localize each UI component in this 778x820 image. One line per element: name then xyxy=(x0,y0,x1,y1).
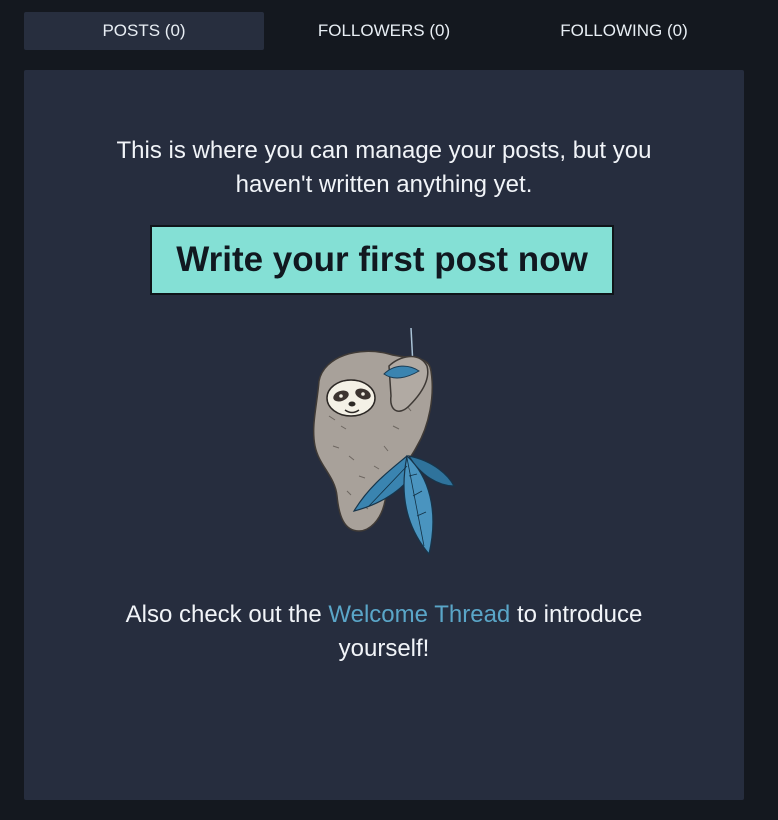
profile-tabs: POSTS (0) FOLLOWERS (0) FOLLOWING (0) xyxy=(24,12,744,50)
welcome-prompt: Also check out the Welcome Thread to int… xyxy=(84,598,684,666)
sloth-nose xyxy=(348,401,356,407)
tab-posts[interactable]: POSTS (0) xyxy=(24,12,264,50)
tab-following[interactable]: FOLLOWING (0) xyxy=(504,12,744,50)
posts-panel: This is where you can manage your posts,… xyxy=(24,70,744,800)
outro-text-before: Also check out the xyxy=(125,601,329,628)
sloth-illustration xyxy=(312,327,455,556)
empty-state-message: This is where you can manage your posts,… xyxy=(116,137,652,198)
write-first-post-button[interactable]: Write your first post now xyxy=(150,225,614,295)
welcome-thread-link[interactable]: Welcome Thread xyxy=(328,601,510,628)
tab-followers[interactable]: FOLLOWERS (0) xyxy=(264,12,504,50)
